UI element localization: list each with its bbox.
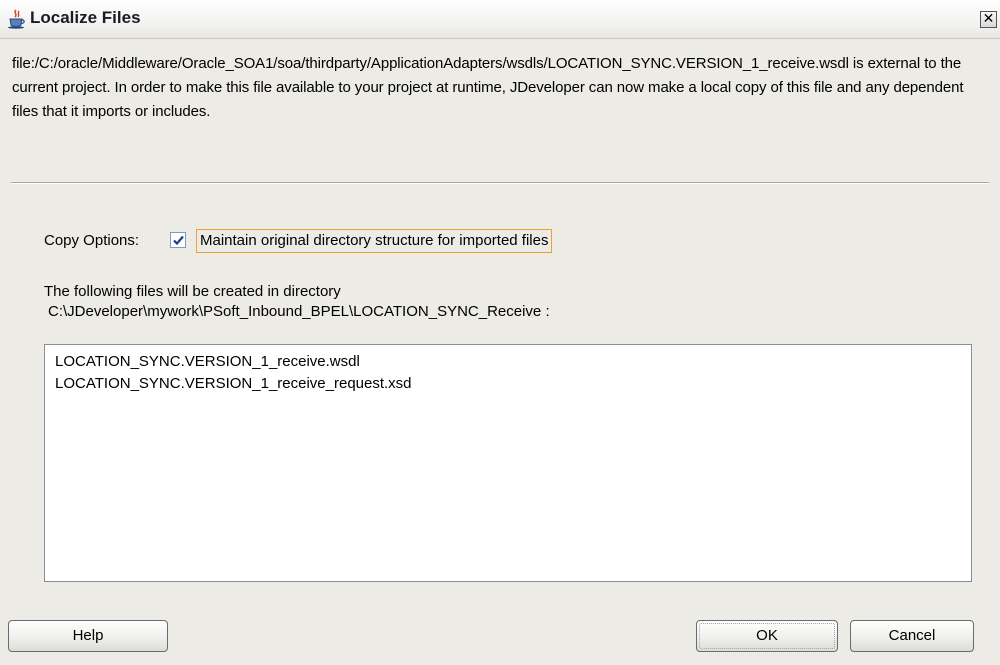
directory-path: C:\JDeveloper\mywork\PSoft_Inbound_BPEL\… xyxy=(48,303,550,320)
directory-info: The following files will be created in d… xyxy=(44,282,550,322)
list-item[interactable]: LOCATION_SYNC.VERSION_1_receive.wsdl xyxy=(55,351,961,373)
checkmark-icon xyxy=(173,235,184,246)
cancel-button-label: Cancel xyxy=(888,627,936,644)
maintain-structure-label[interactable]: Maintain original directory structure fo… xyxy=(196,229,553,253)
title-bar[interactable]: Localize Files ✕ xyxy=(0,0,1000,39)
cancel-button[interactable]: Cancel xyxy=(850,620,974,652)
copy-options-row: Copy Options: Maintain original director… xyxy=(44,229,644,255)
directory-intro: The following files will be created in d… xyxy=(44,283,341,300)
description-text: file:/C:/oracle/Middleware/Oracle_SOA1/s… xyxy=(12,55,964,120)
separator xyxy=(11,182,989,184)
copy-options-label: Copy Options: xyxy=(44,232,140,249)
help-button-label: Help xyxy=(72,627,104,644)
files-list[interactable]: LOCATION_SYNC.VERSION_1_receive.wsdl LOC… xyxy=(44,344,972,582)
close-icon: ✕ xyxy=(982,11,995,27)
java-cup-icon xyxy=(7,9,27,29)
maintain-structure-checkbox[interactable] xyxy=(170,232,186,248)
list-item[interactable]: LOCATION_SYNC.VERSION_1_receive_request.… xyxy=(55,373,961,395)
close-button[interactable]: ✕ xyxy=(980,11,997,28)
window-title: Localize Files xyxy=(30,8,141,27)
ok-button[interactable]: OK xyxy=(696,620,838,652)
help-button[interactable]: Help xyxy=(8,620,168,652)
ok-button-label: OK xyxy=(756,627,778,644)
